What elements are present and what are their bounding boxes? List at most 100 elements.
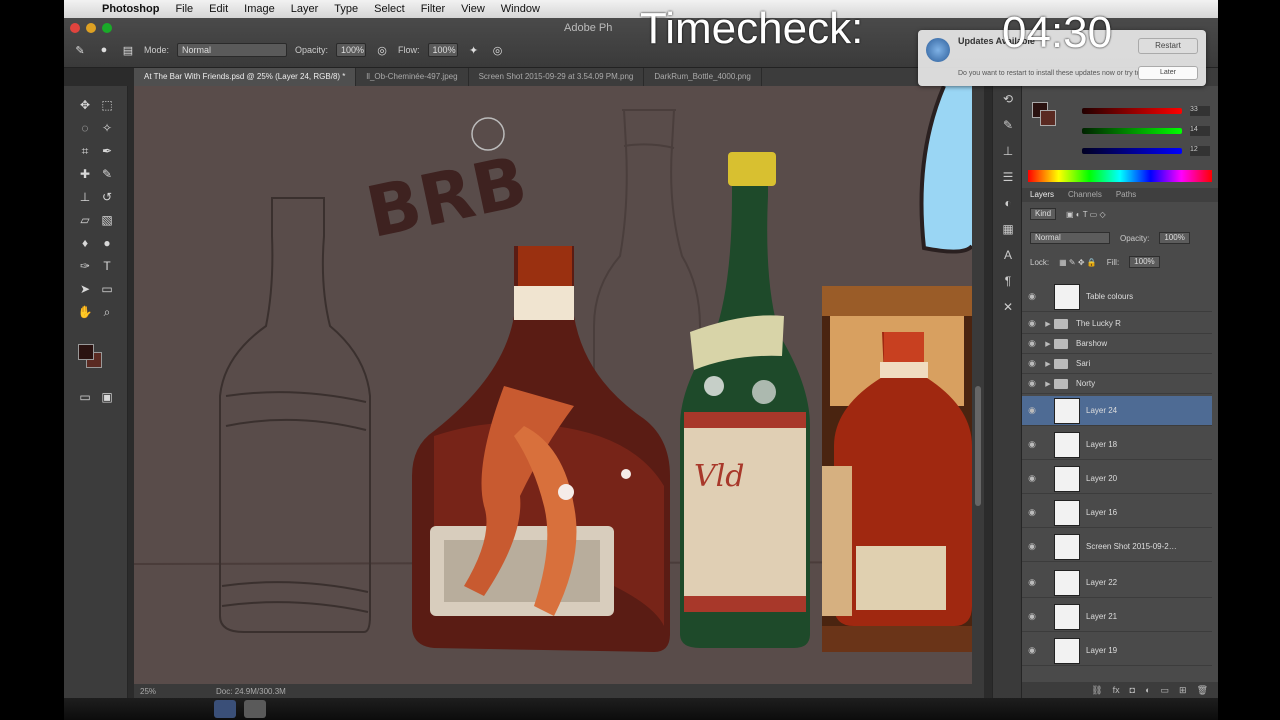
layer-group-row[interactable]: ◉ ▶ Sari [1022,354,1212,374]
fill-field[interactable]: 100% [1129,256,1160,268]
crop-tool-icon[interactable]: ⌗ [74,140,96,162]
visibility-eye-icon[interactable]: ◉ [1022,338,1042,349]
hand-tool-icon[interactable]: ✋ [74,301,96,323]
visibility-eye-icon[interactable]: ◉ [1022,611,1042,622]
move-tool-icon[interactable]: ✥ [74,94,96,116]
visibility-eye-icon[interactable]: ◉ [1022,507,1042,518]
eyedropper-tool-icon[interactable]: ✒ [96,140,118,162]
layer-row[interactable]: ◉ Layer 20 [1022,464,1212,494]
menu-file[interactable]: File [167,3,201,15]
quick-mask-icon[interactable]: ▭ [74,386,96,408]
tab-document-4[interactable]: DarkRum_Bottle_4000.png [644,68,762,86]
magic-wand-tool-icon[interactable]: ✧ [96,117,118,139]
scrollbar-thumb[interactable] [975,386,981,506]
delete-layer-icon[interactable]: 🗑 [1197,685,1208,696]
tab-document-3[interactable]: Screen Shot 2015-09-29 at 3.54.09 PM.png [469,68,645,86]
tab-document-1[interactable]: At The Bar With Friends.psd @ 25% (Layer… [134,68,357,86]
visibility-eye-icon[interactable]: ◉ [1022,291,1042,302]
filter-icons[interactable]: ▣ ◐ T ▭ ◇ [1066,210,1106,219]
visibility-eye-icon[interactable]: ◉ [1022,473,1042,484]
stamp-tool-icon[interactable]: ⊥ [74,186,96,208]
layer-group-row[interactable]: ◉ ▶ The Lucky R [1022,314,1212,334]
foreground-color-swatch[interactable] [78,344,94,360]
layer-opacity-field[interactable]: 100% [1159,232,1190,244]
adjustment-layer-icon[interactable]: ◐ [1145,685,1150,695]
path-selection-tool-icon[interactable]: ➤ [74,278,96,300]
brush-tool-icon[interactable]: ✎ [96,163,118,185]
zoom-level[interactable]: 25% [140,687,156,696]
opacity-field[interactable]: 100% [336,43,367,57]
green-value[interactable]: 14 [1190,126,1210,136]
visibility-eye-icon[interactable]: ◉ [1022,318,1042,329]
visibility-eye-icon[interactable]: ◉ [1022,541,1042,552]
layer-row[interactable]: ◉ Screen Shot 2015-09-2… [1022,532,1212,562]
menu-select[interactable]: Select [366,3,413,15]
menu-image[interactable]: Image [236,3,283,15]
dodge-tool-icon[interactable]: ● [96,232,118,254]
layer-row[interactable]: ◉ Layer 22 [1022,568,1212,598]
menu-app[interactable]: Photoshop [94,3,167,15]
layer-group-row[interactable]: ◉ ▶ Norty [1022,374,1212,394]
layer-row[interactable]: ◉ Layer 19 [1022,636,1212,666]
healing-tool-icon[interactable]: ✚ [74,163,96,185]
brush-panel-icon[interactable]: ▤ [120,43,136,57]
expand-arrow-icon[interactable]: ▶ [1042,360,1054,368]
blend-mode-select[interactable]: Normal [1030,232,1110,244]
blue-value[interactable]: 12 [1190,146,1210,156]
character-panel-icon[interactable]: A [993,242,1023,268]
close-window-button[interactable] [70,23,80,33]
clone-source-icon[interactable]: ⊥ [993,138,1023,164]
blue-slider[interactable] [1082,148,1182,154]
paragraph-panel-icon[interactable]: ¶ [993,268,1023,294]
adjustments-icon[interactable]: ◐ [993,190,1023,216]
brush-tool-icon[interactable]: ✎ [72,43,88,57]
tab-paths[interactable]: Paths [1116,188,1136,202]
new-group-icon[interactable]: ▭ [1161,685,1170,696]
menu-view[interactable]: View [453,3,493,15]
tools-presets-icon[interactable]: ✕ [993,294,1023,320]
visibility-eye-icon[interactable]: ◉ [1022,405,1042,416]
layer-filter-select[interactable]: Kind [1030,208,1057,220]
eraser-tool-icon[interactable]: ▱ [74,209,96,231]
screen-mode-icon[interactable]: ▣ [96,386,118,408]
pressure-size-icon[interactable]: ◎ [490,43,506,57]
zoom-window-button[interactable] [102,23,112,33]
pen-tool-icon[interactable]: ✑ [74,255,96,277]
layer-row[interactable]: ◉ Table colours [1022,282,1212,312]
vertical-scrollbar[interactable] [972,86,984,698]
brush-preset-icon[interactable]: ● [96,43,112,57]
visibility-eye-icon[interactable]: ◉ [1022,645,1042,656]
add-mask-icon[interactable]: ◘ [1130,685,1135,695]
color-bg-swatch[interactable] [1040,110,1056,126]
layer-row[interactable]: ◉ Layer 16 [1022,498,1212,528]
flow-field[interactable]: 100% [427,43,458,57]
link-layers-icon[interactable]: ⛓ [1091,685,1102,696]
dock-app-icon[interactable] [244,700,266,718]
tab-channels[interactable]: Channels [1068,188,1102,202]
green-slider[interactable] [1082,128,1182,134]
menu-edit[interactable]: Edit [201,3,236,15]
airbrush-icon[interactable]: ✦ [466,43,482,57]
menu-layer[interactable]: Layer [283,3,327,15]
tab-layers[interactable]: Layers [1030,188,1054,202]
expand-arrow-icon[interactable]: ▶ [1042,380,1054,388]
blur-tool-icon[interactable]: ♦ [74,232,96,254]
red-slider[interactable] [1082,108,1182,114]
later-button[interactable]: Later [1138,66,1198,80]
menu-type[interactable]: Type [326,3,366,15]
lock-icons[interactable]: ▦ ✎ ✥ 🔒 [1059,258,1097,267]
pressure-opacity-icon[interactable]: ◎ [374,43,390,57]
shape-tool-icon[interactable]: ▭ [96,278,118,300]
red-value[interactable]: 33 [1190,106,1210,116]
layer-group-row[interactable]: ◉ ▶ Barshow [1022,334,1212,354]
lasso-tool-icon[interactable]: ◌ [74,117,96,139]
brush-presets-icon[interactable]: ✎ [993,112,1023,138]
layer-row[interactable]: ◉ Layer 18 [1022,430,1212,460]
mode-select[interactable]: Normal [177,43,288,57]
styles-icon[interactable]: ▦ [993,216,1023,242]
new-layer-icon[interactable]: ⊞ [1179,685,1187,696]
expand-arrow-icon[interactable]: ▶ [1042,320,1054,328]
history-brush-tool-icon[interactable]: ↺ [96,186,118,208]
dock-app-icon[interactable] [214,700,236,718]
layer-row[interactable]: ◉ Layer 21 [1022,602,1212,632]
